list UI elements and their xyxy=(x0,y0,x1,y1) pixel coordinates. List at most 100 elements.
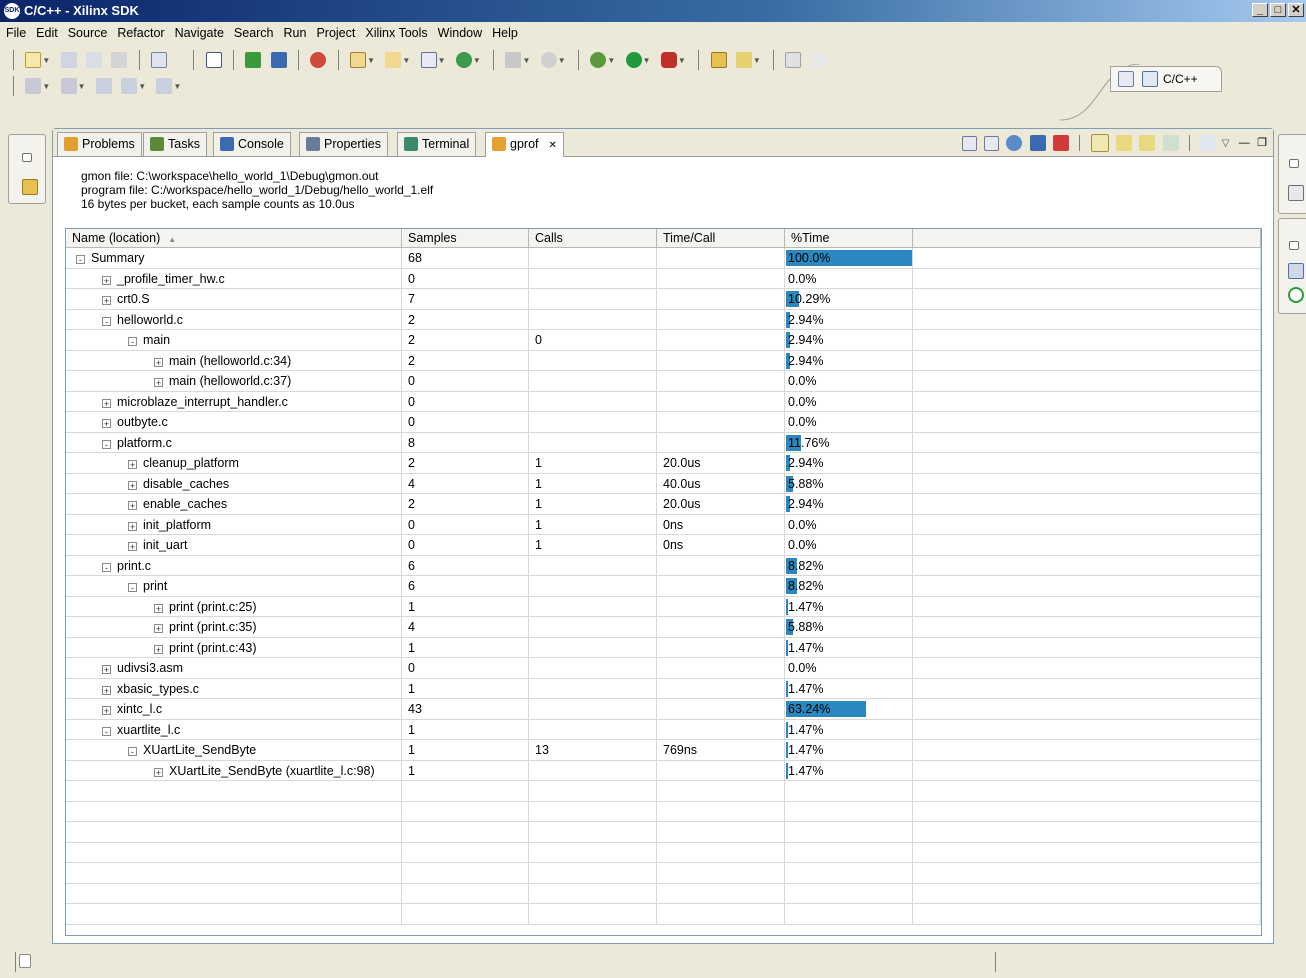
minimize-button[interactable]: _ xyxy=(1252,3,1268,17)
external-tools-icon[interactable] xyxy=(660,52,677,68)
tab-console[interactable]: Console xyxy=(213,132,291,156)
expand-icon[interactable]: + xyxy=(154,378,163,388)
table-row[interactable]: + init_platform 0 1 0ns 0.0% xyxy=(66,514,1261,535)
export-icon[interactable] xyxy=(1029,135,1046,151)
back-icon[interactable] xyxy=(121,78,138,94)
flat-profile-icon[interactable] xyxy=(1090,134,1109,152)
open-perspective-icon[interactable] xyxy=(1118,71,1134,87)
minimize-view-icon[interactable]: — xyxy=(1239,137,1250,149)
table-row[interactable]: - XUartLite_SendByte 1 13 769ns 1.47% xyxy=(66,740,1261,761)
menu-window[interactable]: Window xyxy=(434,22,486,40)
next-annotation-icon[interactable] xyxy=(25,78,42,94)
target-view-icon[interactable] xyxy=(1288,287,1304,303)
maximize-view-icon[interactable]: ❐ xyxy=(1257,137,1267,149)
menu-navigate[interactable]: Navigate xyxy=(171,22,228,40)
expand-icon[interactable]: + xyxy=(102,398,111,408)
expand-icon[interactable]: + xyxy=(154,767,163,777)
expand-icon[interactable]: + xyxy=(154,357,163,367)
expand-icon[interactable]: + xyxy=(128,480,137,490)
close-button[interactable]: ✕ xyxy=(1288,3,1304,17)
xmd-icon[interactable] xyxy=(270,52,287,68)
close-tab-icon[interactable]: ✕ xyxy=(549,140,557,151)
column-header-calls[interactable]: Calls xyxy=(529,229,657,248)
expand-icon[interactable]: + xyxy=(154,644,163,654)
tab-properties[interactable]: Properties xyxy=(299,132,388,156)
column-header--time[interactable]: %Time xyxy=(785,229,913,248)
menu-help[interactable]: Help xyxy=(488,22,522,40)
collapse-icon[interactable]: - xyxy=(102,562,111,572)
menu-source[interactable]: Source xyxy=(64,22,112,40)
hierarchy-view-icon[interactable] xyxy=(1288,263,1304,279)
switch-sample-icon[interactable] xyxy=(1200,135,1217,151)
menu-edit[interactable]: Edit xyxy=(32,22,62,40)
print-icon[interactable] xyxy=(111,52,128,68)
tab-tasks[interactable]: Tasks xyxy=(143,132,207,156)
sort-icon[interactable] xyxy=(1006,135,1023,151)
restore-right-2-icon[interactable] xyxy=(1289,241,1299,250)
expand-icon[interactable]: + xyxy=(102,296,111,306)
restore-icon[interactable] xyxy=(22,153,32,162)
expand-icon[interactable]: + xyxy=(102,275,111,285)
expand-all-icon[interactable] xyxy=(961,135,977,151)
collapse-icon[interactable]: - xyxy=(128,583,137,593)
new-folder-icon[interactable] xyxy=(385,52,402,68)
menu-file[interactable]: File xyxy=(2,22,30,40)
table-row[interactable]: + udivsi3.asm 0 0.0% xyxy=(66,658,1261,679)
table-row[interactable]: + _profile_timer_hw.c 0 0.0% xyxy=(66,268,1261,289)
function-view-icon[interactable] xyxy=(1116,135,1133,151)
collapse-icon[interactable]: - xyxy=(128,337,137,347)
table-row[interactable]: + print (print.c:25) 1 1.47% xyxy=(66,596,1261,617)
expand-icon[interactable]: + xyxy=(128,460,137,470)
export-csv-icon[interactable] xyxy=(1052,135,1069,151)
column-header-name-location[interactable]: Name (location) ▲ xyxy=(66,229,402,248)
table-row[interactable]: + microblaze_interrupt_handler.c 0 0.0% xyxy=(66,391,1261,412)
menu-project[interactable]: Project xyxy=(312,22,359,40)
new-source-icon[interactable] xyxy=(420,52,437,68)
collapse-all-icon[interactable] xyxy=(983,135,999,151)
table-row[interactable]: - Summary 68 100.0% xyxy=(66,248,1261,269)
build-icon[interactable] xyxy=(505,52,522,68)
table-row[interactable]: + xbasic_types.c 1 1.47% xyxy=(66,678,1261,699)
xilinx-icon[interactable] xyxy=(310,52,327,68)
tab-terminal[interactable]: Terminal xyxy=(397,132,477,156)
table-row[interactable]: + print (print.c:43) 1 1.47% xyxy=(66,637,1261,658)
search-tool-icon[interactable] xyxy=(735,52,752,68)
table-row[interactable]: - platform.c 8 11.76% xyxy=(66,432,1261,453)
save-icon[interactable] xyxy=(60,52,77,68)
last-edit-icon[interactable] xyxy=(95,78,112,94)
table-row[interactable]: + print (print.c:35) 4 5.88% xyxy=(66,617,1261,638)
expand-icon[interactable]: + xyxy=(102,419,111,429)
table-row[interactable]: + enable_caches 2 1 20.0us 2.94% xyxy=(66,494,1261,515)
tab-gprof[interactable]: gprof ✕ xyxy=(485,132,564,157)
collapse-icon[interactable]: - xyxy=(128,747,137,757)
forward-icon[interactable] xyxy=(156,78,173,94)
new-class-icon[interactable] xyxy=(455,52,472,68)
outline-view-icon[interactable] xyxy=(1288,185,1304,201)
new-icon[interactable] xyxy=(25,52,42,68)
project-explorer-icon[interactable] xyxy=(22,179,38,195)
fast-view-icon[interactable] xyxy=(19,954,31,968)
expand-icon[interactable]: + xyxy=(102,665,111,675)
show-whitespace-icon[interactable] xyxy=(810,52,827,68)
call-graph-icon[interactable] xyxy=(1162,135,1179,151)
terminal-tool-icon[interactable] xyxy=(205,52,222,68)
table-row[interactable]: - xuartlite_l.c 1 1.47% xyxy=(66,719,1261,740)
toggle-mark-icon[interactable] xyxy=(785,52,802,68)
open-type-icon[interactable] xyxy=(710,52,727,68)
expand-icon[interactable]: + xyxy=(154,603,163,613)
table-row[interactable]: + main (helloworld.c:37) 0 0.0% xyxy=(66,371,1261,392)
table-row[interactable]: + xintc_l.c 43 63.24% xyxy=(66,699,1261,720)
table-row[interactable]: + disable_caches 4 1 40.0us 5.88% xyxy=(66,473,1261,494)
table-row[interactable]: + cleanup_platform 2 1 20.0us 2.94% xyxy=(66,453,1261,474)
expand-icon[interactable]: + xyxy=(154,624,163,634)
maximize-button[interactable]: □ xyxy=(1270,3,1286,17)
table-row[interactable]: - helloworld.c 2 2.94% xyxy=(66,309,1261,330)
menu-refactor[interactable]: Refactor xyxy=(113,22,168,40)
expand-icon[interactable]: + xyxy=(128,521,137,531)
table-row[interactable]: - print.c 6 8.82% xyxy=(66,555,1261,576)
expand-icon[interactable]: + xyxy=(128,542,137,552)
menu-search[interactable]: Search xyxy=(230,22,278,40)
view-menu-icon[interactable]: ▽ xyxy=(1222,138,1230,149)
menu-xilinx-tools[interactable]: Xilinx Tools xyxy=(361,22,431,40)
collapse-icon[interactable]: - xyxy=(102,726,111,736)
